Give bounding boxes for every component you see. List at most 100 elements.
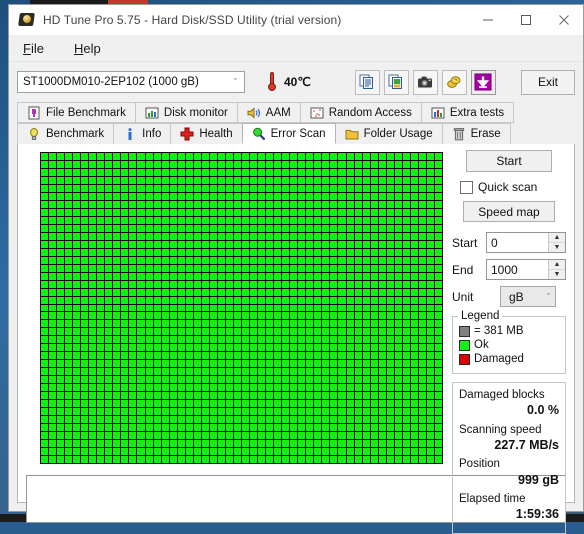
scan-block	[170, 201, 177, 208]
scan-block	[274, 440, 281, 447]
scan-block	[258, 328, 265, 335]
scan-block	[226, 177, 233, 184]
scan-block	[290, 456, 297, 463]
scan-block	[41, 257, 48, 264]
scan-block	[234, 153, 241, 160]
quick-scan-checkbox[interactable]	[460, 181, 473, 194]
end-stepper[interactable]: ▲ ▼	[548, 260, 565, 279]
start-stepper-up[interactable]: ▲	[549, 233, 565, 243]
scan-block	[41, 201, 48, 208]
scan-block	[202, 161, 209, 168]
legend-block-size: = 381 MB	[474, 325, 524, 337]
scan-block	[218, 360, 225, 367]
scan-block	[81, 281, 88, 288]
scan-block	[97, 416, 104, 423]
speed-map-button[interactable]: Speed map	[463, 201, 555, 222]
scan-block	[137, 448, 144, 455]
scan-block	[178, 384, 185, 391]
scan-block	[419, 344, 426, 351]
scan-block	[314, 352, 321, 359]
scan-block	[226, 360, 233, 367]
scan-block	[234, 201, 241, 208]
copy-text-icon[interactable]	[355, 70, 380, 95]
scan-block	[371, 257, 378, 264]
scan-block	[121, 416, 128, 423]
tab-extra-tests[interactable]: Extra tests	[421, 102, 514, 123]
scan-block	[274, 225, 281, 232]
tab-health[interactable]: Health	[170, 123, 242, 144]
scan-block	[57, 360, 64, 367]
scan-block	[298, 177, 305, 184]
drive-select-dropdown[interactable]: ST1000DM010-2EP102 (1000 gB) ˇ	[17, 71, 245, 93]
scan-block	[274, 265, 281, 272]
tab-disk-monitor[interactable]: Disk monitor	[135, 102, 238, 123]
unit-select[interactable]: gB ˇ	[500, 286, 556, 307]
tab-erase[interactable]: Erase	[442, 123, 511, 144]
scan-block	[355, 432, 362, 439]
scan-block	[234, 320, 241, 327]
menu-file[interactable]: File	[19, 39, 56, 58]
extra-tests-icon	[431, 106, 445, 120]
scan-block	[322, 217, 329, 224]
scan-block	[210, 376, 217, 383]
scan-block	[363, 161, 370, 168]
end-stepper-down[interactable]: ▼	[549, 270, 565, 279]
scan-block	[298, 456, 305, 463]
scan-block	[322, 344, 329, 351]
scan-block	[146, 328, 153, 335]
scan-block	[347, 161, 354, 168]
scan-block	[363, 177, 370, 184]
scan-block	[89, 273, 96, 280]
scan-block	[411, 328, 418, 335]
tab-benchmark[interactable]: Benchmark	[17, 123, 114, 144]
scan-block	[186, 320, 193, 327]
quick-scan-row[interactable]: Quick scan	[460, 180, 566, 194]
start-input[interactable]: 0 ▲ ▼	[486, 232, 566, 253]
scan-block	[258, 209, 265, 216]
tab-folder-usage[interactable]: Folder Usage	[335, 123, 443, 144]
coins-icon[interactable]	[442, 70, 467, 95]
scan-block	[242, 193, 249, 200]
scan-block	[154, 456, 161, 463]
scan-block	[178, 169, 185, 176]
scan-block	[379, 249, 386, 256]
scan-block	[162, 249, 169, 256]
tab-aam[interactable]: AAM	[237, 102, 301, 123]
screenshot-camera-icon[interactable]	[413, 70, 438, 95]
scan-block	[330, 408, 337, 415]
scan-block	[202, 177, 209, 184]
tab-random-access[interactable]: Random Access	[300, 102, 422, 123]
scan-block	[411, 233, 418, 240]
scan-block	[186, 336, 193, 343]
minimize-button[interactable]	[469, 5, 507, 35]
menu-help[interactable]: Help	[70, 39, 113, 58]
scan-block-grid[interactable]	[40, 152, 443, 464]
end-stepper-up[interactable]: ▲	[549, 260, 565, 270]
end-input[interactable]: 1000 ▲ ▼	[486, 259, 566, 280]
download-arrow-icon[interactable]	[471, 70, 496, 95]
exit-button[interactable]: Exit	[521, 70, 575, 95]
scan-block	[194, 456, 201, 463]
scan-block	[137, 392, 144, 399]
scan-block	[379, 376, 386, 383]
scan-block	[274, 201, 281, 208]
start-stepper-down[interactable]: ▼	[549, 243, 565, 252]
scan-block	[322, 153, 329, 160]
scan-block	[314, 289, 321, 296]
tab-error-scan[interactable]: Error Scan	[242, 123, 336, 144]
scan-block	[89, 177, 96, 184]
scan-block	[338, 249, 345, 256]
copy-image-icon[interactable]	[384, 70, 409, 95]
scan-block	[379, 209, 386, 216]
close-button[interactable]	[545, 5, 583, 35]
maximize-button[interactable]	[507, 5, 545, 35]
tab-file-benchmark[interactable]: File Benchmark	[17, 102, 136, 123]
scan-block	[162, 225, 169, 232]
scan-block	[73, 177, 80, 184]
start-stepper[interactable]: ▲ ▼	[548, 233, 565, 252]
start-button[interactable]: Start	[466, 150, 552, 172]
scan-block	[298, 400, 305, 407]
scan-block	[411, 376, 418, 383]
tab-info[interactable]: Info	[113, 123, 171, 144]
scan-block	[355, 209, 362, 216]
